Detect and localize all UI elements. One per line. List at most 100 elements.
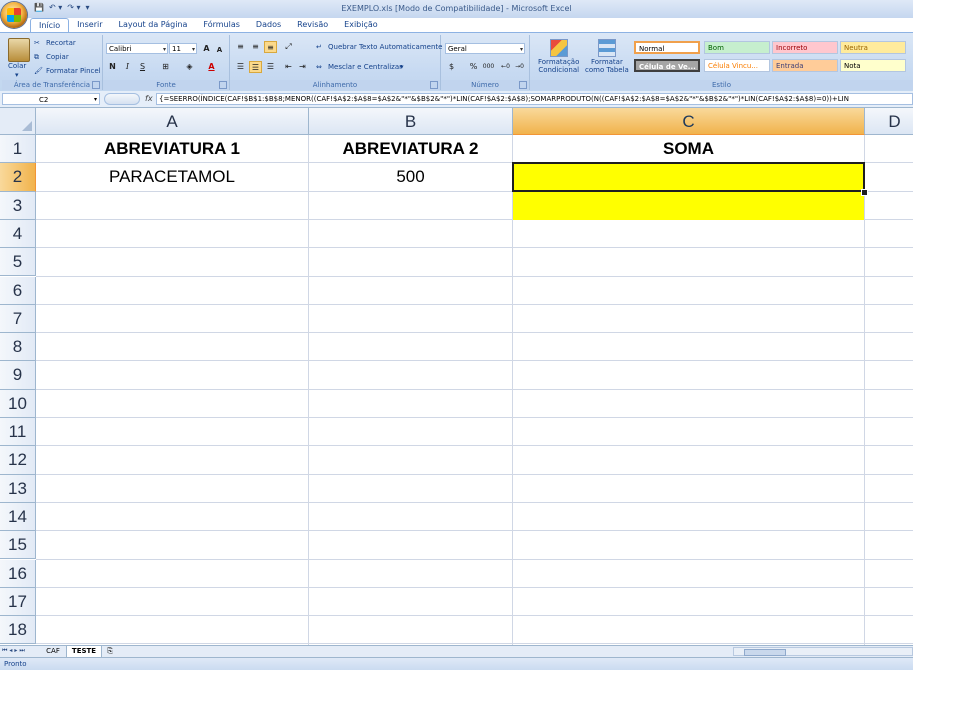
decrease-indent-icon[interactable]: ⇤ <box>282 61 295 73</box>
cut-button[interactable]: Recortar <box>46 39 76 47</box>
cell-b2[interactable]: 500 <box>309 163 512 191</box>
bold-button[interactable]: N <box>106 61 119 73</box>
number-format-select[interactable]: Geral ▾ <box>445 43 525 54</box>
align-middle-icon[interactable]: ≡ <box>249 41 262 53</box>
format-as-table-icon[interactable] <box>598 39 616 57</box>
tab-inserir[interactable]: Inserir <box>69 18 110 32</box>
row-header-15[interactable]: 15 <box>0 531 36 560</box>
active-cell-c2[interactable] <box>512 162 865 192</box>
worksheet-grid[interactable]: A B C D ABREVIATURA 1 ABREVIATURA 2 SOMA… <box>0 108 913 645</box>
conditional-format-button[interactable]: Formatação Condicional <box>538 58 579 74</box>
format-painter-button[interactable]: Formatar Pincel <box>46 67 101 75</box>
row-header-16[interactable]: 16 <box>0 559 36 588</box>
shrink-font-button[interactable]: A <box>213 44 226 56</box>
tab-revisao[interactable]: Revisão <box>289 18 336 32</box>
tab-layout[interactable]: Layout da Página <box>111 18 196 32</box>
horizontal-scrollbar[interactable] <box>733 647 913 656</box>
row-header-8[interactable]: 8 <box>0 333 36 362</box>
cell-b1[interactable]: ABREVIATURA 2 <box>309 135 512 163</box>
insert-sheet-icon[interactable]: ⎘ <box>101 646 119 657</box>
thousands-button[interactable]: 000 <box>482 61 495 73</box>
row-header-11[interactable]: 11 <box>0 418 36 447</box>
row-header-5[interactable]: 5 <box>0 248 36 277</box>
paste-arrow-icon[interactable]: ▾ <box>15 71 19 79</box>
column-header-d[interactable]: D <box>865 108 913 135</box>
name-box[interactable]: C2 ▾ <box>2 93 100 105</box>
sheet-nav-arrows-icon[interactable]: ⏮◂▸⏭ <box>2 647 27 655</box>
style-neutra[interactable]: Neutra <box>840 41 906 54</box>
percent-button[interactable]: % <box>467 61 480 73</box>
row-header-3[interactable]: 3 <box>0 191 36 220</box>
select-all-button[interactable] <box>0 108 36 135</box>
align-right-icon[interactable]: ☰ <box>264 61 277 73</box>
number-launcher-icon[interactable] <box>519 81 527 89</box>
underline-button[interactable]: S <box>136 61 149 73</box>
fill-color-icon[interactable]: ◈ <box>183 61 196 73</box>
align-center-icon[interactable]: ☰ <box>249 61 262 73</box>
alignment-launcher-icon[interactable] <box>430 81 438 89</box>
row-header-12[interactable]: 12 <box>0 446 36 475</box>
formula-bar-resize-handle[interactable] <box>104 93 140 105</box>
row-header-13[interactable]: 13 <box>0 474 36 503</box>
row-header-2[interactable]: 2 <box>0 163 36 192</box>
formula-input[interactable]: {=SEERRO(ÍNDICE(CAF!$B$1:$B$8;MENOR((CAF… <box>156 93 913 105</box>
chevron-down-icon: ▾ <box>191 46 195 53</box>
tab-exibicao[interactable]: Exibição <box>336 18 386 32</box>
merge-center-button[interactable]: Mesclar e Centralizar <box>328 63 402 71</box>
row-header-6[interactable]: 6 <box>0 276 36 305</box>
row-header-17[interactable]: 17 <box>0 587 36 617</box>
paste-button[interactable]: Colar <box>8 62 26 70</box>
copy-button[interactable]: Copiar <box>46 53 69 61</box>
column-header-a[interactable]: A <box>36 108 309 135</box>
gridline <box>36 275 913 277</box>
fill-handle[interactable] <box>861 189 868 196</box>
decrease-decimal-icon[interactable]: →0 <box>513 61 526 73</box>
row-header-18[interactable]: 18 <box>0 616 36 645</box>
align-left-icon[interactable]: ☰ <box>234 61 247 73</box>
style-incorreto[interactable]: Incorreto <box>772 41 838 54</box>
paste-icon[interactable] <box>8 38 30 62</box>
align-top-icon[interactable]: ≡ <box>234 41 247 53</box>
clipboard-launcher-icon[interactable] <box>92 81 100 89</box>
row-header-4[interactable]: 4 <box>0 219 36 249</box>
style-celula-vinculada[interactable]: Célula Vincu... <box>704 59 770 72</box>
column-header-b[interactable]: B <box>309 108 513 135</box>
font-color-icon[interactable]: A <box>205 61 218 73</box>
orientation-icon[interactable]: ⤢ <box>282 41 295 53</box>
chevron-down-icon[interactable]: ▾ <box>400 63 404 71</box>
row-header-10[interactable]: 10 <box>0 389 36 418</box>
row-header-1[interactable]: 1 <box>0 135 36 164</box>
style-normal[interactable]: Normal <box>634 41 700 54</box>
row-header-9[interactable]: 9 <box>0 361 36 390</box>
font-name-select[interactable]: Calibri ▾ <box>106 43 168 54</box>
style-entrada[interactable]: Entrada <box>772 59 838 72</box>
borders-icon[interactable]: ⊞ <box>159 61 172 73</box>
style-celula-verificacao[interactable]: Célula de Ve... <box>634 59 700 72</box>
tab-inicio[interactable]: Início <box>30 18 70 33</box>
sheet-tab-caf[interactable]: CAF <box>40 646 66 657</box>
column-header-c[interactable]: C <box>513 108 865 135</box>
align-bottom-icon[interactable]: ≡ <box>264 41 277 53</box>
currency-icon[interactable]: $ <box>445 61 458 73</box>
grow-font-button[interactable]: A <box>200 43 213 55</box>
style-nota[interactable]: Nota <box>840 59 906 72</box>
tab-formulas[interactable]: Fórmulas <box>195 18 248 32</box>
increase-indent-icon[interactable]: ⇥ <box>296 61 309 73</box>
row-header-14[interactable]: 14 <box>0 502 36 532</box>
cell-a1[interactable]: ABREVIATURA 1 <box>36 135 308 163</box>
scrollbar-thumb[interactable] <box>744 649 786 656</box>
wrap-text-button[interactable]: Quebrar Texto Automaticamente <box>328 43 442 51</box>
cell-a2[interactable]: PARACETAMOL <box>36 163 308 191</box>
format-as-table-button[interactable]: Formatar como Tabela <box>585 58 629 74</box>
conditional-format-icon[interactable] <box>550 39 568 57</box>
row-header-7[interactable]: 7 <box>0 304 36 334</box>
font-size-select[interactable]: 11 ▾ <box>169 43 197 54</box>
status-text: Pronto <box>4 660 27 668</box>
style-bom[interactable]: Bom <box>704 41 770 54</box>
increase-decimal-icon[interactable]: ←0 <box>499 61 512 73</box>
italic-button[interactable]: I <box>121 61 134 73</box>
font-launcher-icon[interactable] <box>219 81 227 89</box>
insert-function-icon[interactable]: fx <box>145 94 153 103</box>
cell-c1[interactable]: SOMA <box>513 135 864 163</box>
tab-dados[interactable]: Dados <box>248 18 289 32</box>
